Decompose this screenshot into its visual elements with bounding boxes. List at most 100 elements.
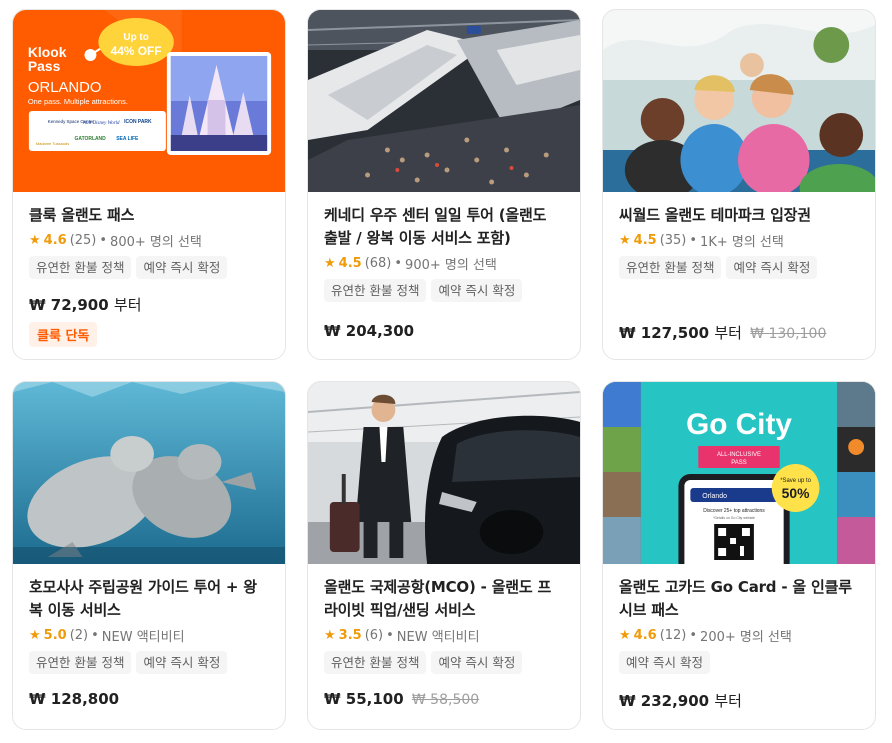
tag-instant-confirmation: 예약 즉시 확정: [619, 651, 710, 674]
card-title[interactable]: 올랜도 고카드 Go Card - 올 인클루시브 패스: [619, 576, 859, 622]
svg-text:PASS: PASS: [731, 460, 746, 466]
svg-text:ORLANDO: ORLANDO: [28, 79, 102, 96]
card-tags: 예약 즉시 확정: [619, 651, 859, 674]
tag-refund-policy: 유연한 환불 정책: [29, 651, 132, 674]
price-value: ₩ 55,100: [324, 690, 404, 708]
review-count: (2): [69, 628, 89, 643]
svg-text:44% OFF: 44% OFF: [111, 44, 162, 58]
card-rating: ★ 3.5 (6) • NEW 액티비티: [324, 626, 564, 645]
star-icon: ★: [324, 256, 336, 271]
card-image: [308, 10, 580, 192]
tag-refund-policy: 유연한 환불 정책: [619, 256, 722, 279]
card-title[interactable]: 씨월드 올랜도 테마파크 입장권: [619, 204, 859, 227]
activity-card-mco-airport-transfer[interactable]: 올랜도 국제공항(MCO) - 올랜도 프라이빗 픽업/샌딩 서비스 ★ 3.5…: [307, 381, 581, 730]
star-icon: ★: [29, 628, 41, 643]
review-count: (12): [659, 628, 687, 643]
rating-score: 4.6: [43, 233, 67, 248]
svg-text:Up to: Up to: [123, 32, 148, 43]
price-from-label: 부터: [714, 692, 742, 710]
bullet-separator: •: [689, 233, 698, 248]
price-from-label: 부터: [714, 324, 742, 342]
card-image: Klook Pass Up to 44% OFF ORLANDO One pas…: [13, 10, 285, 192]
svg-text:SEA LIFE: SEA LIFE: [116, 136, 139, 142]
bullet-separator: •: [689, 628, 698, 643]
svg-text:Pass: Pass: [28, 58, 61, 74]
star-icon: ★: [619, 628, 631, 643]
review-count: (6): [364, 628, 384, 643]
booked-count: 800+ 명의 선택: [110, 235, 202, 250]
tag-instant-confirmation: 예약 즉시 확정: [431, 651, 523, 674]
card-tags: 유연한 환불 정책 예약 즉시 확정: [29, 651, 269, 674]
svg-text:*Details on Go City website: *Details on Go City website: [713, 516, 755, 520]
review-count: (35): [659, 233, 687, 248]
review-count: (25): [69, 233, 97, 248]
card-rating: ★ 4.5 (68) • 900+ 명의 선택: [324, 254, 564, 273]
card-image: [308, 382, 580, 564]
seaworld-ride-photo: [603, 10, 875, 192]
rating-score: 4.6: [633, 628, 657, 643]
booked-count: NEW 액티비티: [396, 630, 480, 645]
svg-text:*Save up to: *Save up to: [780, 478, 811, 484]
card-tags: 유연한 환불 정책 예약 즉시 확정: [324, 651, 564, 674]
tag-instant-confirmation: 예약 즉시 확정: [136, 256, 228, 279]
tag-instant-confirmation: 예약 즉시 확정: [726, 256, 818, 279]
card-title[interactable]: 호모사사 주립공원 가이드 투어 + 왕복 이동 서비스: [29, 576, 269, 622]
activity-card-klook-orlando-pass[interactable]: Klook Pass Up to 44% OFF ORLANDO One pas…: [12, 9, 286, 360]
go-city-pass-banner-image: Go City ALL-INCLUSIVE PASS Orlando Disco…: [603, 382, 875, 564]
svg-text:ALL-INCLUSIVE: ALL-INCLUSIVE: [717, 452, 761, 458]
booked-count: 900+ 명의 선택: [405, 258, 497, 273]
rating-score: 3.5: [338, 628, 362, 643]
tag-instant-confirmation: 예약 즉시 확정: [431, 279, 523, 302]
booked-count: 200+ 명의 선택: [700, 630, 792, 645]
space-shuttle-photo: [308, 10, 580, 192]
original-price: ₩ 130,100: [750, 326, 827, 342]
price-value: ₩ 128,800: [29, 690, 120, 708]
star-icon: ★: [619, 233, 631, 248]
card-image: [603, 10, 875, 192]
booked-count: NEW 액티비티: [101, 630, 185, 645]
card-tags: 유연한 환불 정책 예약 즉시 확정: [29, 256, 269, 279]
card-rating: ★ 4.5 (35) • 1K+ 명의 선택: [619, 231, 859, 250]
tag-instant-confirmation: 예약 즉시 확정: [136, 651, 228, 674]
rating-score: 5.0: [43, 628, 67, 643]
airport-transfer-photo: [308, 382, 580, 564]
price-value: ₩ 204,300: [324, 322, 415, 340]
star-icon: ★: [29, 233, 41, 248]
card-price: ₩ 127,500 부터 ₩ 130,100: [619, 322, 826, 343]
rating-score: 4.5: [338, 256, 362, 271]
activity-card-go-city-orlando[interactable]: Go City ALL-INCLUSIVE PASS Orlando Disco…: [602, 381, 876, 730]
card-price: ₩ 128,800: [29, 690, 119, 708]
bullet-separator: •: [386, 628, 394, 643]
card-price: ₩ 232,900 부터: [619, 690, 742, 711]
card-title[interactable]: 올랜도 국제공항(MCO) - 올랜도 프라이빗 픽업/샌딩 서비스: [324, 576, 564, 622]
card-title[interactable]: 케네디 우주 센터 일일 투어 (올랜도 출발 / 왕복 이동 서비스 포함): [324, 204, 564, 250]
bullet-separator: •: [91, 628, 99, 643]
original-price: ₩ 58,500: [411, 692, 480, 708]
exclusive-badge: 클룩 단독: [29, 322, 98, 347]
card-title[interactable]: 클룩 올랜도 패스: [29, 204, 269, 227]
price-value: ₩ 72,900: [29, 296, 109, 314]
rating-score: 4.5: [633, 233, 657, 248]
svg-text:Orlando: Orlando: [702, 493, 727, 500]
card-image: Go City ALL-INCLUSIVE PASS Orlando Disco…: [603, 382, 875, 564]
card-price: ₩ 72,900 부터: [29, 294, 142, 315]
tag-refund-policy: 유연한 환불 정책: [29, 256, 132, 279]
manatee-photo: [13, 382, 285, 564]
activity-card-kennedy-space-center[interactable]: 케네디 우주 센터 일일 투어 (올랜도 출발 / 왕복 이동 서비스 포함) …: [307, 9, 581, 360]
tag-refund-policy: 유연한 환불 정책: [324, 279, 427, 302]
svg-text:One pass. Multiple attractions: One pass. Multiple attractions.: [28, 97, 128, 106]
price-value: ₩ 232,900: [619, 692, 710, 710]
activity-card-seaworld-orlando[interactable]: 씨월드 올랜도 테마파크 입장권 ★ 4.5 (35) • 1K+ 명의 선택 …: [602, 9, 876, 360]
card-rating: ★ 4.6 (25) • 800+ 명의 선택: [29, 231, 269, 250]
svg-text:Madame Tussauds: Madame Tussauds: [36, 141, 69, 146]
svg-text:Walt Disney World: Walt Disney World: [82, 121, 120, 126]
price-from-label: 부터: [113, 296, 142, 314]
card-tags: 유연한 환불 정책 예약 즉시 확정: [324, 279, 564, 302]
star-icon: ★: [324, 628, 336, 643]
card-image: [13, 382, 285, 564]
card-rating: ★ 5.0 (2) • NEW 액티비티: [29, 626, 269, 645]
activity-card-homosassa-state-park[interactable]: 호모사사 주립공원 가이드 투어 + 왕복 이동 서비스 ★ 5.0 (2) •…: [12, 381, 286, 730]
activity-grid: Klook Pass Up to 44% OFF ORLANDO One pas…: [0, 0, 892, 743]
svg-text:ICON PARK: ICON PARK: [124, 119, 152, 125]
svg-text:GATORLAND: GATORLAND: [75, 136, 107, 142]
